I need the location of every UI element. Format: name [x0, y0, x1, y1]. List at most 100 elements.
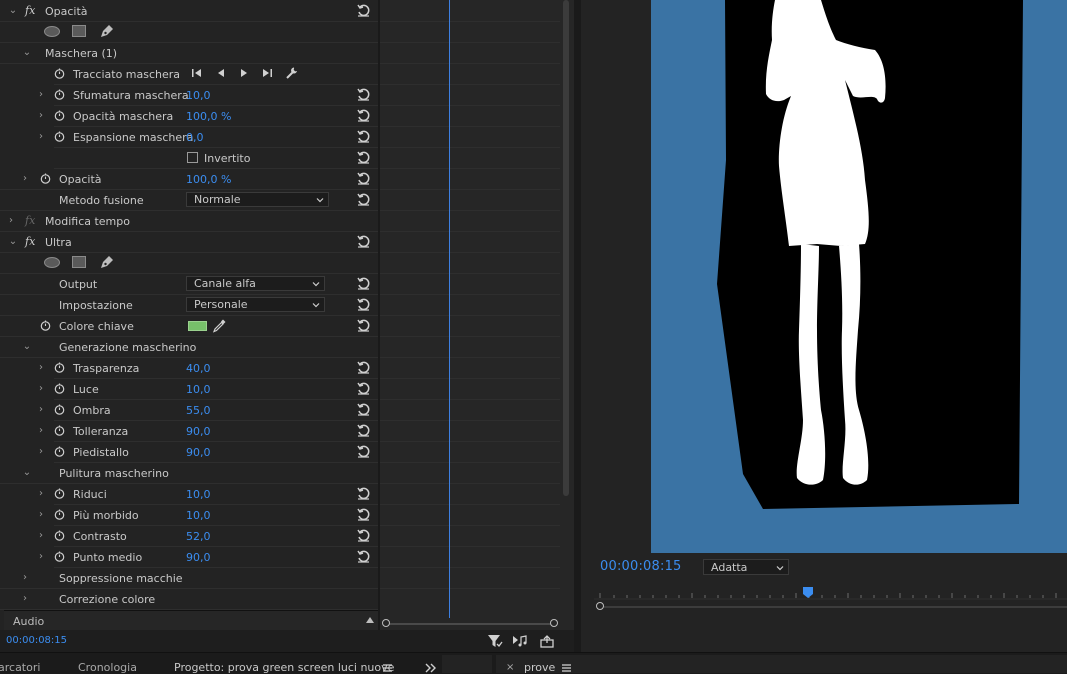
tolerance-value[interactable]: 90,0 — [186, 425, 211, 438]
reset-icon[interactable] — [356, 3, 371, 18]
matte-generation-row[interactable]: ⌄ Generazione mascherino — [0, 337, 378, 358]
reset-icon[interactable] — [356, 486, 371, 501]
filter-icon[interactable] — [487, 633, 503, 649]
program-zoom-scrollbar[interactable] — [594, 601, 1067, 613]
stopwatch-icon[interactable] — [54, 68, 65, 79]
chevron-right-icon[interactable]: › — [20, 593, 30, 605]
chevron-down-icon[interactable]: ⌄ — [22, 341, 32, 353]
reset-icon[interactable] — [356, 192, 371, 207]
mask-feather-value[interactable]: 10,0 — [186, 89, 211, 102]
chevron-right-icon[interactable]: › — [36, 530, 46, 542]
key-color-swatch[interactable] — [188, 321, 207, 331]
opacity-value[interactable]: 100,0 % — [186, 173, 231, 186]
chevron-right-icon[interactable]: › — [20, 572, 30, 584]
reset-icon[interactable] — [356, 360, 371, 375]
time-remap-row[interactable]: › fx Modifica tempo — [0, 211, 378, 232]
blend-mode-dropdown[interactable]: Normale — [186, 192, 329, 207]
program-timecode[interactable]: 00:00:08:15 — [600, 559, 682, 574]
fx-icon[interactable]: fx — [25, 4, 35, 17]
zoom-handle-left[interactable] — [382, 619, 390, 627]
stopwatch-icon[interactable] — [40, 173, 51, 184]
contrast-value[interactable]: 52,0 — [186, 530, 211, 543]
stopwatch-icon[interactable] — [40, 320, 51, 331]
zoom-handle-left[interactable] — [596, 602, 604, 610]
track-selected-backward-one-frame-icon[interactable] — [190, 66, 204, 80]
pen-mask-icon[interactable] — [98, 23, 115, 40]
chevron-down-icon[interactable]: ⌄ — [22, 467, 32, 479]
timeline-zoom-scrollbar[interactable] — [380, 618, 574, 630]
program-playhead-marker[interactable] — [803, 587, 813, 598]
panel-menu-icon[interactable] — [562, 664, 571, 672]
pedestal-value[interactable]: 90,0 — [186, 446, 211, 459]
reset-icon[interactable] — [356, 318, 371, 333]
tab-history[interactable]: Cronologia — [78, 661, 137, 674]
stopwatch-icon[interactable] — [54, 425, 65, 436]
chevron-right-icon[interactable]: › — [36, 110, 46, 122]
scroll-up-icon[interactable] — [366, 617, 374, 623]
color-correction-row[interactable]: › Correzione colore — [0, 589, 378, 610]
rectangle-mask-icon[interactable] — [72, 25, 86, 37]
stopwatch-icon[interactable] — [54, 446, 65, 457]
effect-controls-timeline[interactable] — [380, 0, 574, 630]
chevron-right-icon[interactable]: › — [36, 551, 46, 563]
reset-icon[interactable] — [356, 444, 371, 459]
reset-icon[interactable] — [356, 528, 371, 543]
soften-value[interactable]: 10,0 — [186, 509, 211, 522]
stopwatch-icon[interactable] — [54, 551, 65, 562]
stopwatch-icon[interactable] — [54, 488, 65, 499]
program-monitor-video[interactable] — [651, 0, 1067, 553]
tab-sequence[interactable]: prove — [524, 661, 555, 674]
mask-opacity-value[interactable]: 100,0 % — [186, 110, 231, 123]
rectangle-mask-icon[interactable] — [72, 256, 86, 268]
shadow-value[interactable]: 55,0 — [186, 404, 211, 417]
reset-icon[interactable] — [356, 150, 371, 165]
audio-section-row[interactable]: Audio — [4, 610, 378, 630]
inverted-checkbox[interactable] — [187, 152, 198, 163]
chevron-right-icon[interactable]: › — [36, 425, 46, 437]
reset-icon[interactable] — [356, 507, 371, 522]
ellipse-mask-icon[interactable] — [44, 257, 60, 268]
reset-icon[interactable] — [356, 402, 371, 417]
chevron-right-icon[interactable]: › — [36, 362, 46, 374]
chevron-right-icon[interactable]: › — [36, 446, 46, 458]
stopwatch-icon[interactable] — [54, 383, 65, 394]
mask-expansion-value[interactable]: 0,0 — [186, 131, 204, 144]
matte-cleanup-row[interactable]: ⌄ Pulitura mascherino — [0, 463, 378, 484]
panel-menu-icon[interactable] — [383, 664, 392, 672]
ellipse-mask-icon[interactable] — [44, 26, 60, 37]
output-dropdown[interactable]: Canale alfa — [186, 276, 325, 291]
eyedropper-icon[interactable] — [212, 318, 227, 333]
more-tabs-icon[interactable] — [425, 663, 437, 673]
zoom-fit-dropdown[interactable]: Adatta — [703, 559, 789, 575]
vertical-scrollbar-thumb[interactable] — [563, 0, 569, 496]
tab-markers[interactable]: arcatori — [0, 661, 40, 674]
stopwatch-icon[interactable] — [54, 404, 65, 415]
panel-divider[interactable] — [574, 0, 581, 652]
chevron-right-icon[interactable]: › — [36, 131, 46, 143]
reset-icon[interactable] — [356, 129, 371, 144]
stopwatch-icon[interactable] — [54, 131, 65, 142]
reset-icon[interactable] — [356, 381, 371, 396]
play-audio-icon[interactable] — [512, 633, 528, 649]
track-forward-icon[interactable] — [237, 66, 251, 80]
chevron-down-icon[interactable]: ⌄ — [8, 5, 18, 17]
close-icon[interactable]: × — [506, 662, 514, 673]
stopwatch-icon[interactable] — [54, 110, 65, 121]
chevron-right-icon[interactable]: › — [36, 404, 46, 416]
reset-icon[interactable] — [356, 276, 371, 291]
midpoint-value[interactable]: 90,0 — [186, 551, 211, 564]
pen-mask-icon[interactable] — [98, 254, 115, 271]
reset-icon[interactable] — [356, 549, 371, 564]
stopwatch-icon[interactable] — [54, 530, 65, 541]
choke-value[interactable]: 10,0 — [186, 488, 211, 501]
mask-1-row[interactable]: ⌄ Maschera (1) — [0, 43, 378, 64]
chevron-right-icon[interactable]: › — [20, 173, 30, 185]
effect-controls-timecode[interactable]: 00:00:08:15 — [6, 635, 67, 646]
fx-icon[interactable]: fx — [25, 235, 35, 248]
tab-project[interactable]: Progetto: prova green screen luci nuove — [174, 661, 394, 674]
chevron-right-icon[interactable]: › — [36, 509, 46, 521]
highlight-value[interactable]: 10,0 — [186, 383, 211, 396]
wrench-icon[interactable] — [285, 66, 299, 80]
stopwatch-icon[interactable] — [54, 509, 65, 520]
chevron-down-icon[interactable]: ⌄ — [8, 236, 18, 248]
